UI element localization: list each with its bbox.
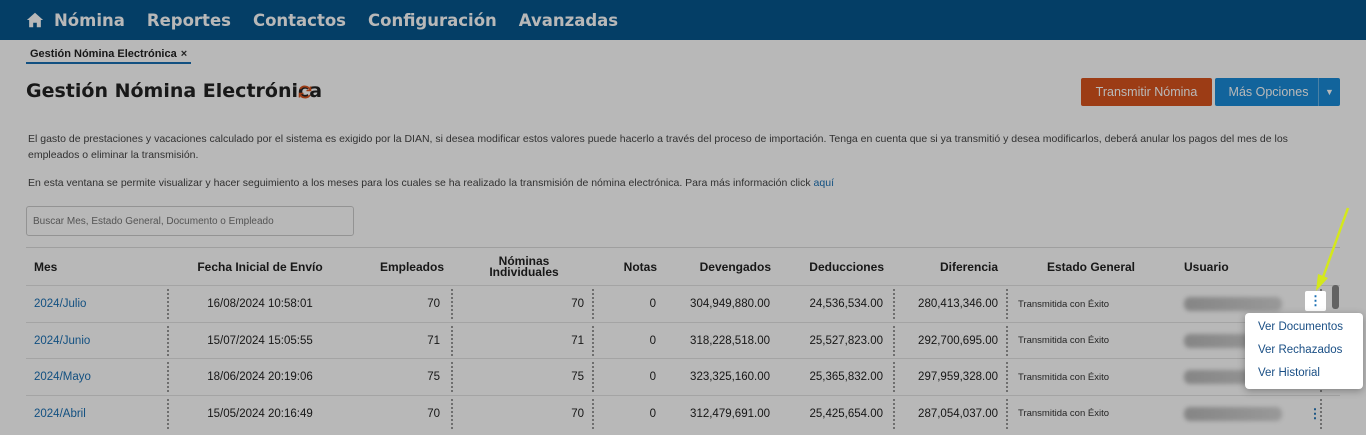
annotation-arrow-icon: [1316, 207, 1350, 291]
